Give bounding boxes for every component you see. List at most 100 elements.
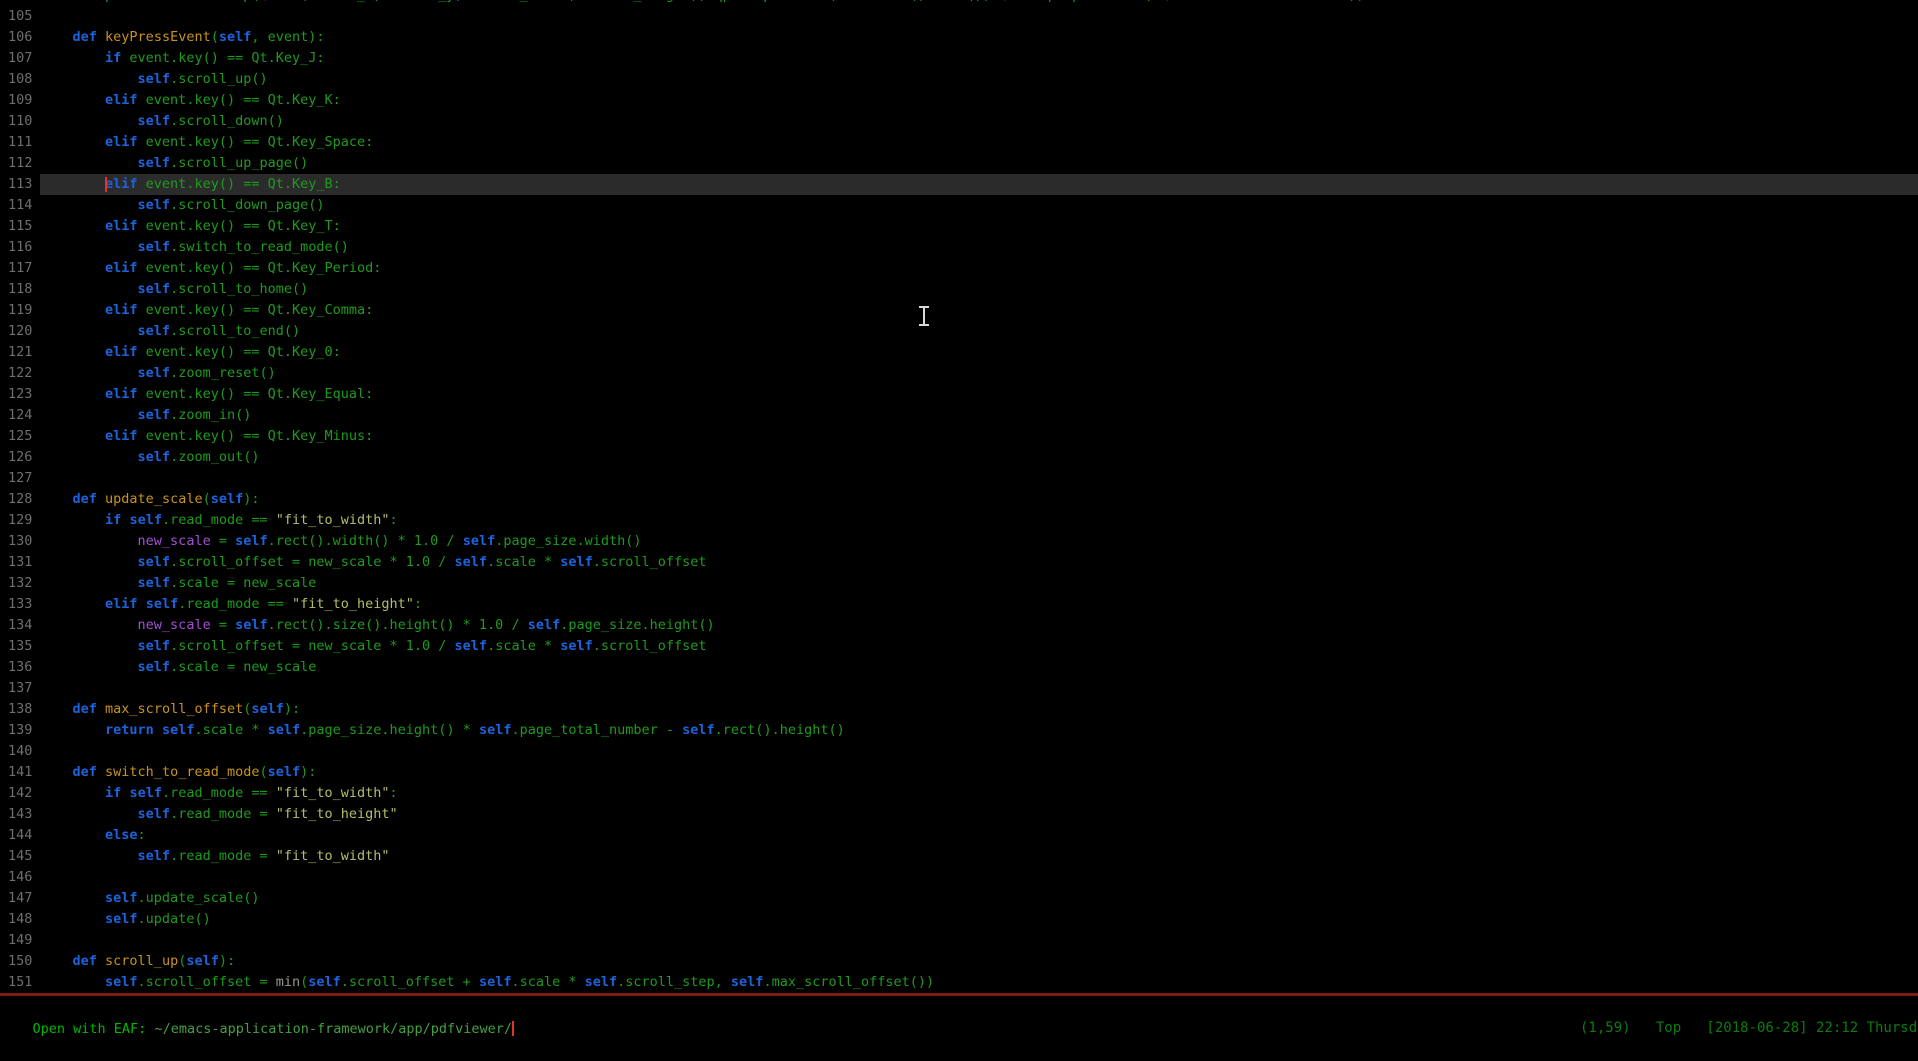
code-line-138[interactable]: 138 def max_scroll_offset(self):: [0, 699, 1918, 720]
code-text[interactable]: self.scroll_offset = new_scale * 1.0 / s…: [40, 636, 1918, 657]
code-line-123[interactable]: 123 elif event.key() == Qt.Key_Equal:: [0, 384, 1918, 405]
code-line-143[interactable]: 143 self.read_mode = "fit_to_height": [0, 804, 1918, 825]
code-line-129[interactable]: 129 if self.read_mode == "fit_to_width":: [0, 510, 1918, 531]
code-text[interactable]: elif event.key() == Qt.Key_T:: [40, 216, 1918, 237]
code-line-142[interactable]: 142 if self.read_mode == "fit_to_width":: [0, 783, 1918, 804]
code-line-151[interactable]: 151 self.scroll_offset = min(self.scroll…: [0, 972, 1918, 993]
code-line-141[interactable]: 141 def switch_to_read_mode(self):: [0, 762, 1918, 783]
code-text[interactable]: [40, 867, 1918, 888]
code-line-148[interactable]: 148 self.update(): [0, 909, 1918, 930]
code-text[interactable]: self.scroll_offset = new_scale * 1.0 / s…: [40, 552, 1918, 573]
code-line-114[interactable]: 114 self.scroll_down_page(): [0, 195, 1918, 216]
code-text[interactable]: self.zoom_out(): [40, 447, 1918, 468]
code-text[interactable]: def keyPressEvent(self, event):: [40, 27, 1918, 48]
code-text[interactable]: [40, 468, 1918, 489]
code-text[interactable]: self.scroll_to_end(): [40, 321, 1918, 342]
code-text[interactable]: elif event.key() == Qt.Key_K:: [40, 90, 1918, 111]
code-text[interactable]: self.scroll_down(): [40, 111, 1918, 132]
code-line-105[interactable]: 105: [0, 6, 1918, 27]
code-text[interactable]: self.zoom_reset(): [40, 363, 1918, 384]
code-line-135[interactable]: 135 self.scroll_offset = new_scale * 1.0…: [0, 636, 1918, 657]
code-text[interactable]: self.update(): [40, 909, 1918, 930]
code-text[interactable]: return self.scale * self.page_size.heigh…: [40, 720, 1918, 741]
code-text[interactable]: self.zoom_in(): [40, 405, 1918, 426]
code-text[interactable]: self.scale = new_scale: [40, 573, 1918, 594]
code-text[interactable]: self.scroll_up_page(): [40, 153, 1918, 174]
code-line-144[interactable]: 144 else:: [0, 825, 1918, 846]
minibuffer[interactable]: Open with EAF: ~/emacs-application-frame…: [0, 998, 514, 1019]
code-line-110[interactable]: 110 self.scroll_down(): [0, 111, 1918, 132]
code-text[interactable]: elif event.key() == Qt.Key_Period:: [40, 258, 1918, 279]
code-text[interactable]: elif event.key() == Qt.Key_Comma:: [40, 300, 1918, 321]
code-text[interactable]: elif event.key() == Qt.Key_0:: [40, 342, 1918, 363]
code-line-149[interactable]: 149: [0, 930, 1918, 951]
code-line-112[interactable]: 112 self.scroll_up_page(): [0, 153, 1918, 174]
code-line-124[interactable]: 124 self.zoom_in(): [0, 405, 1918, 426]
code-line-121[interactable]: 121 elif event.key() == Qt.Key_0:: [0, 342, 1918, 363]
code-line-146[interactable]: 146: [0, 867, 1918, 888]
code-line-117[interactable]: 117 elif event.key() == Qt.Key_Period:: [0, 258, 1918, 279]
code-line-134[interactable]: 134 new_scale = self.rect().size().heigh…: [0, 615, 1918, 636]
code-text[interactable]: elif event.key() == Qt.Key_B:: [40, 174, 1918, 195]
code-text[interactable]: def scroll_up(self):: [40, 951, 1918, 972]
code-line-140[interactable]: 140: [0, 741, 1918, 762]
code-text[interactable]: else:: [40, 825, 1918, 846]
code-text[interactable]: self.scroll_to_home(): [40, 279, 1918, 300]
code-line-132[interactable]: 132 self.scale = new_scale: [0, 573, 1918, 594]
code-text[interactable]: [40, 678, 1918, 699]
code-line-137[interactable]: 137: [0, 678, 1918, 699]
code-line-109[interactable]: 109 elif event.key() == Qt.Key_K:: [0, 90, 1918, 111]
code-line-107[interactable]: 107 if event.key() == Qt.Key_J:: [0, 48, 1918, 69]
code-text[interactable]: self.scroll_down_page(): [40, 195, 1918, 216]
code-line-120[interactable]: 120 self.scroll_to_end(): [0, 321, 1918, 342]
code-buffer[interactable]: 104 painter.drawPixmap(QRect(render_x, r…: [0, 0, 1918, 993]
code-text[interactable]: self.scale = new_scale: [40, 657, 1918, 678]
code-line-111[interactable]: 111 elif event.key() == Qt.Key_Space:: [0, 132, 1918, 153]
code-text[interactable]: self.read_mode = "fit_to_width": [40, 846, 1918, 867]
code-text[interactable]: new_scale = self.rect().width() * 1.0 / …: [40, 531, 1918, 552]
code-text[interactable]: elif self.read_mode == "fit_to_height":: [40, 594, 1918, 615]
code-line-131[interactable]: 131 self.scroll_offset = new_scale * 1.0…: [0, 552, 1918, 573]
code-text[interactable]: elif event.key() == Qt.Key_Minus:: [40, 426, 1918, 447]
code-text[interactable]: if event.key() == Qt.Key_J:: [40, 48, 1918, 69]
code-line-115[interactable]: 115 elif event.key() == Qt.Key_T:: [0, 216, 1918, 237]
code-line-147[interactable]: 147 self.update_scale(): [0, 888, 1918, 909]
code-text[interactable]: def update_scale(self):: [40, 489, 1918, 510]
code-line-139[interactable]: 139 return self.scale * self.page_size.h…: [0, 720, 1918, 741]
code-line-126[interactable]: 126 self.zoom_out(): [0, 447, 1918, 468]
code-text[interactable]: [40, 930, 1918, 951]
code-text[interactable]: def max_scroll_offset(self):: [40, 699, 1918, 720]
code-line-145[interactable]: 145 self.read_mode = "fit_to_width": [0, 846, 1918, 867]
code-line-118[interactable]: 118 self.scroll_to_home(): [0, 279, 1918, 300]
code-line-116[interactable]: 116 self.switch_to_read_mode(): [0, 237, 1918, 258]
code-text[interactable]: self.switch_to_read_mode(): [40, 237, 1918, 258]
code-line-122[interactable]: 122 self.zoom_reset(): [0, 363, 1918, 384]
code-text[interactable]: self.read_mode = "fit_to_height": [40, 804, 1918, 825]
code-text[interactable]: [40, 741, 1918, 762]
code-text[interactable]: self.scroll_offset = min(self.scroll_off…: [40, 972, 1918, 993]
code-text[interactable]: new_scale = self.rect().size().height() …: [40, 615, 1918, 636]
code-text[interactable]: if self.read_mode == "fit_to_width":: [40, 783, 1918, 804]
code-text[interactable]: if self.read_mode == "fit_to_width":: [40, 510, 1918, 531]
line-number: 128: [0, 489, 40, 510]
code-line-130[interactable]: 130 new_scale = self.rect().width() * 1.…: [0, 531, 1918, 552]
code-line-128[interactable]: 128 def update_scale(self):: [0, 489, 1918, 510]
code-line-113[interactable]: 113 elif event.key() == Qt.Key_B:: [0, 174, 1918, 195]
code-text[interactable]: def switch_to_read_mode(self):: [40, 762, 1918, 783]
line-number: 144: [0, 825, 40, 846]
code-line-150[interactable]: 150 def scroll_up(self):: [0, 951, 1918, 972]
code-text[interactable]: elif event.key() == Qt.Key_Space:: [40, 132, 1918, 153]
code-line-136[interactable]: 136 self.scale = new_scale: [0, 657, 1918, 678]
code-line-127[interactable]: 127: [0, 468, 1918, 489]
code-line-108[interactable]: 108 self.scroll_up(): [0, 69, 1918, 90]
code-text[interactable]: self.scroll_up(): [40, 69, 1918, 90]
code-line-125[interactable]: 125 elif event.key() == Qt.Key_Minus:: [0, 426, 1918, 447]
code-text[interactable]: [40, 6, 1918, 27]
code-text[interactable]: self.update_scale(): [40, 888, 1918, 909]
code-line-119[interactable]: 119 elif event.key() == Qt.Key_Comma:: [0, 300, 1918, 321]
minibuffer-input[interactable]: ~/emacs-application-framework/app/pdfvie…: [154, 1021, 512, 1037]
code-line-106[interactable]: 106 def keyPressEvent(self, event):: [0, 27, 1918, 48]
line-number: 113: [0, 174, 40, 195]
code-text[interactable]: elif event.key() == Qt.Key_Equal:: [40, 384, 1918, 405]
code-line-133[interactable]: 133 elif self.read_mode == "fit_to_heigh…: [0, 594, 1918, 615]
